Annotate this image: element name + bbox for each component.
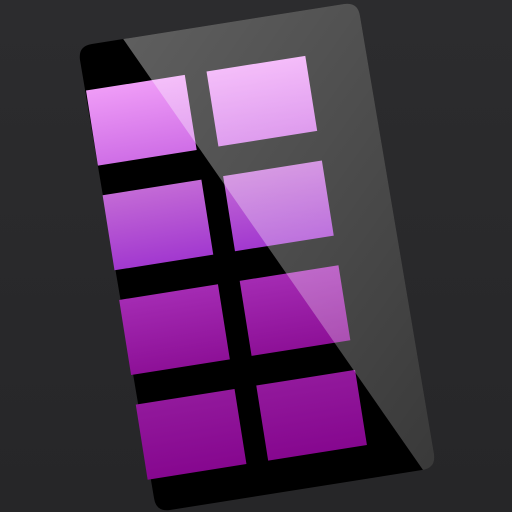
tile-r3-c1 [119,284,230,376]
app-icon [0,0,512,512]
tile-r2-c1 [102,179,214,271]
tile-r4-c2 [256,369,367,461]
tile-r4-c1 [135,388,247,480]
tile-grid-icon [79,3,435,511]
